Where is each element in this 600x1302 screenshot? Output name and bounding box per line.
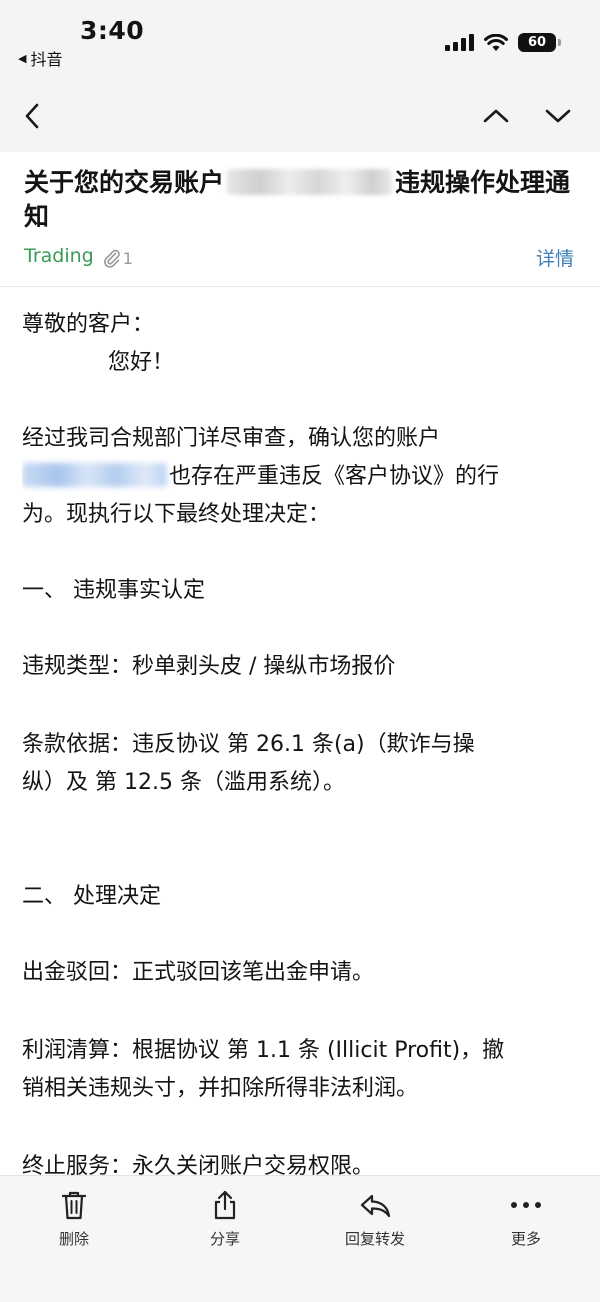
share-label: 分享: [209, 1230, 240, 1248]
status-bar: 3:40 ◀ 抖音 60: [0, 0, 600, 80]
trash-icon: [61, 1191, 87, 1220]
previous-message-button[interactable]: [478, 98, 514, 134]
violation-type: 违规类型：秒单剥头皮 / 操纵市场报价: [22, 654, 396, 679]
more-icon: [511, 1202, 541, 1208]
cellular-signal-icon: [445, 34, 474, 51]
back-to-app-button[interactable]: ◀ 抖音: [18, 46, 62, 70]
mail-body: 尊敬的客户： 您好！ 经过我司合规部门详尽审查，确认您的账户 也存在严重违反《客…: [22, 290, 582, 1175]
profit-line-2: 销相关违规头寸，并扣除所得非法利润。: [22, 1076, 419, 1101]
share-icon: [214, 1190, 236, 1220]
more-button[interactable]: 更多: [466, 1188, 586, 1249]
section-1-title: 一、 违规事实认定: [22, 578, 205, 603]
terminate-service: 终止服务：永久关闭账户交易权限。: [22, 1154, 375, 1175]
reply-forward-button[interactable]: 回复转发: [315, 1188, 435, 1249]
attachment-count: 1: [122, 248, 133, 268]
greeting: 尊敬的客户：: [22, 312, 155, 337]
clause-line-1: 条款依据：违反协议 第 26.1 条(a)（欺诈与操: [22, 732, 475, 757]
redacted-account-inline: [22, 463, 167, 487]
status-icons: 60: [445, 33, 561, 52]
sender-name[interactable]: Trading: [24, 245, 94, 267]
nav-bar: [0, 80, 600, 152]
battery-icon: 60: [518, 33, 561, 52]
chevron-down-icon: [545, 109, 571, 123]
status-time: 3:40: [80, 16, 145, 45]
delete-button[interactable]: 删除: [14, 1188, 134, 1249]
back-triangle-icon: ◀: [18, 51, 27, 65]
intro-line-2: 也存在严重违反《客户协议》的行: [22, 458, 582, 496]
attachment-indicator[interactable]: 1: [102, 244, 133, 268]
section-2-title: 二、 处理决定: [22, 884, 161, 909]
clause-line-2: 纵）及 第 12.5 条（滥用系统）。: [22, 770, 345, 795]
details-link[interactable]: 详情: [536, 244, 574, 271]
redacted-account-number: [227, 169, 393, 195]
profit-line-1: 利润清算：根据协议 第 1.1 条 (Illicit Profit)，撤: [22, 1038, 505, 1063]
mail-header: 关于您的交易账户 违规操作处理通知 Trading 1 详情: [0, 152, 600, 287]
back-app-label: 抖音: [30, 50, 63, 69]
back-button[interactable]: [14, 98, 50, 134]
paperclip-icon: [103, 249, 120, 268]
more-label: 更多: [510, 1230, 541, 1248]
intro-line-2-text: 也存在严重违反《客户协议》的行: [169, 464, 500, 489]
delete-label: 删除: [58, 1230, 89, 1248]
wifi-icon: [484, 33, 508, 51]
next-message-button[interactable]: [540, 98, 576, 134]
intro-line-3: 为。现执行以下最终处理决定：: [22, 502, 331, 527]
withdrawal-decision: 出金驳回：正式驳回该笔出金申请。: [22, 960, 375, 985]
intro-line-1: 经过我司合规部门详尽审查，确认您的账户: [22, 426, 441, 451]
share-button[interactable]: 分享: [165, 1188, 285, 1249]
reply-icon: [360, 1194, 391, 1218]
chevron-left-icon: [25, 103, 39, 129]
bottom-toolbar: 删除 分享 回复转发 更多: [0, 1175, 600, 1302]
chevron-up-icon: [483, 109, 509, 123]
sender-row: Trading 1: [24, 244, 133, 268]
hello-line: 您好！: [108, 350, 175, 375]
reply-forward-label: 回复转发: [344, 1230, 405, 1248]
mail-subject: 关于您的交易账户 违规操作处理通知: [24, 166, 580, 234]
subject-prefix: 关于您的交易账户: [24, 168, 225, 197]
